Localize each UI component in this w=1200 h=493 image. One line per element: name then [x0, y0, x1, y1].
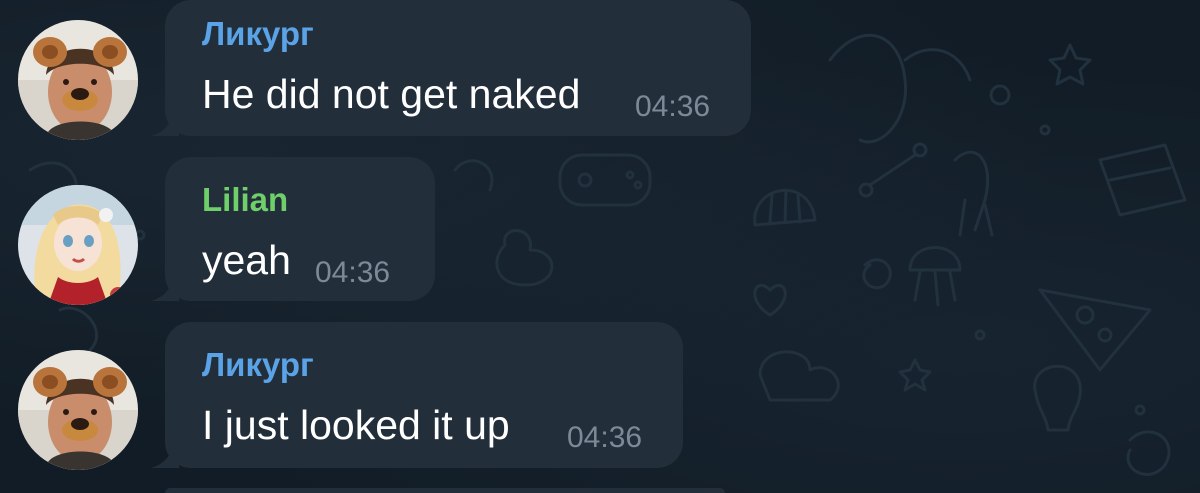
guy-with-dog-filter-avatar: [18, 20, 138, 140]
sender-avatar[interactable]: [18, 20, 138, 140]
guy-with-dog-filter-avatar: [18, 350, 138, 470]
sender-avatar[interactable]: [18, 185, 138, 305]
bubble-tail: [151, 440, 179, 468]
message-time: 04:36: [315, 256, 391, 289]
sender-name[interactable]: Lilian: [202, 181, 288, 219]
sender-name[interactable]: Ликург: [202, 346, 314, 384]
sender-name[interactable]: Ликург: [202, 15, 314, 53]
message-text: yeah: [202, 237, 291, 283]
sender-avatar[interactable]: [18, 350, 138, 470]
message-bubble[interactable]: Ликург I just looked it up 04:36: [151, 322, 683, 468]
next-message-bubble-partial: [165, 488, 725, 493]
message-text: I just looked it up: [202, 402, 510, 448]
message-time: 04:36: [567, 421, 643, 454]
message-time: 04:36: [635, 90, 711, 123]
message-bubble[interactable]: Ликург He did not get naked 04:36: [151, 0, 751, 136]
bubble-tail: [151, 273, 179, 301]
message-text: He did not get naked: [202, 71, 581, 117]
doll-character-avatar: [18, 185, 138, 305]
message-bubble[interactable]: Lilian yeah 04:36: [151, 157, 435, 301]
bubble-tail: [151, 108, 179, 136]
